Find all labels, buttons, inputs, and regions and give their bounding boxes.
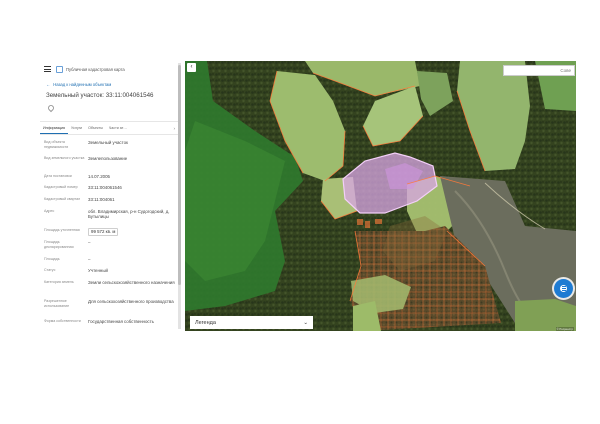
app-title: Публичная кадастровая карта — [66, 66, 125, 72]
menu-icon[interactable] — [44, 66, 51, 72]
attr-label: Форма собственности — [44, 319, 81, 323]
attr-value: обл. Владимирская, р-н Судогодский, д. Б… — [88, 209, 170, 220]
back-arrow-icon: ← — [46, 82, 51, 87]
attr-label: Кадастровый номер — [44, 185, 78, 189]
satellite-imagery — [185, 61, 576, 331]
attr-label: Площадь — [44, 257, 60, 261]
attr-row-object-type: Вид объекта недвижимости Земельный участ… — [44, 140, 176, 149]
attr-label: Площадь уточненная — [44, 228, 80, 232]
attr-value: Земли сельскохозяйственного назначения — [88, 280, 175, 285]
area-value-box: 99 572 кв. м — [88, 228, 119, 236]
attr-row-plain-area: Площадь – — [44, 257, 176, 262]
attr-row-status: Статус Учтенный — [44, 268, 176, 273]
attr-value: Государственная собственность — [88, 319, 154, 324]
attr-row-area: Площадь уточненная 99 572 кв. м — [44, 228, 176, 236]
attr-value: Земельный участок — [88, 140, 128, 145]
legend-label: Легенда — [195, 319, 216, 326]
attr-label: Категория земель — [44, 280, 74, 284]
back-link[interactable]: ← Назад к найденным объектам — [46, 82, 111, 87]
tab-services[interactable]: Услуги — [68, 122, 85, 134]
panel-scrollbar-thumb[interactable] — [178, 65, 181, 285]
attr-label: Вид объекта недвижимости — [44, 140, 69, 149]
attr-label: Разрешенное использование — [44, 299, 70, 308]
attr-label: Статус — [44, 268, 56, 272]
tab-objects[interactable]: Объекты — [85, 122, 106, 134]
attr-row-permitted-use: Разрешенное использование Для сельскохоз… — [44, 299, 176, 308]
attr-label: Адрес — [44, 209, 55, 213]
attr-value: Землепользование — [88, 156, 128, 161]
collapse-panel-button[interactable]: ‹ — [187, 63, 196, 72]
attr-row-ownership: Форма собственности Государственная собс… — [44, 319, 176, 324]
attr-row-parcel-kind: Вид земельного участка Землепользование — [44, 156, 176, 161]
attr-label: Площадь декларированная — [44, 240, 74, 249]
attr-label: Кадастровый квартал — [44, 197, 81, 201]
chat-button[interactable] — [554, 279, 573, 298]
attr-value: 33:11:004061546 — [88, 185, 122, 190]
panel-header: Публичная кадастровая карта — [40, 61, 178, 77]
attr-value: Для сельскохозяйственного производства — [88, 299, 174, 304]
attr-label: Вид земельного участка — [44, 156, 85, 160]
attr-value: Учтенный — [88, 268, 108, 273]
tab-bar: Информация Услуги Объекты Части зе… › — [40, 121, 178, 135]
location-pin-icon[interactable] — [46, 103, 56, 113]
map-search-input[interactable]: Сове — [503, 65, 575, 76]
chevron-down-icon: ⌄ — [303, 319, 308, 326]
logo-icon — [56, 65, 63, 73]
tab-parts[interactable]: Части зе… — [106, 122, 130, 134]
object-title: Земельный участок: 33:11:004061546 — [46, 92, 154, 99]
attr-value: – — [88, 257, 91, 262]
map-attribution: © Росреестр — [555, 327, 574, 331]
legend-dropdown[interactable]: Легенда ⌄ — [190, 316, 313, 329]
back-link-label: Назад к найденным объектам — [53, 82, 112, 87]
attr-value: 14.07.2005 — [88, 174, 110, 179]
attr-value: – — [88, 240, 91, 245]
attr-row-cadastral-number: Кадастровый номер 33:11:004061546 — [44, 185, 176, 190]
satellite-map[interactable]: ‹ Сове Легенда ⌄ © Росреестр — [185, 61, 576, 331]
app-window: Публичная кадастровая карта ← Назад к на… — [40, 61, 576, 331]
attr-row-declared-area: Площадь декларированная – — [44, 240, 176, 249]
attr-value: 33:11:004061 — [88, 197, 115, 202]
attr-row-registration-date: Дата постановки 14.07.2005 — [44, 174, 176, 179]
info-panel: Публичная кадастровая карта ← Назад к на… — [40, 61, 183, 331]
attr-row-land-category: Категория земель Земли сельскохозяйствен… — [44, 280, 176, 285]
attr-label: Дата постановки — [44, 174, 72, 178]
attr-row-cadastral-quarter: Кадастровый квартал 33:11:004061 — [44, 197, 176, 202]
chat-icon — [560, 285, 567, 292]
attr-row-address: Адрес обл. Владимирская, р-н Судогодский… — [44, 209, 176, 220]
tab-info[interactable]: Информация — [40, 122, 69, 134]
